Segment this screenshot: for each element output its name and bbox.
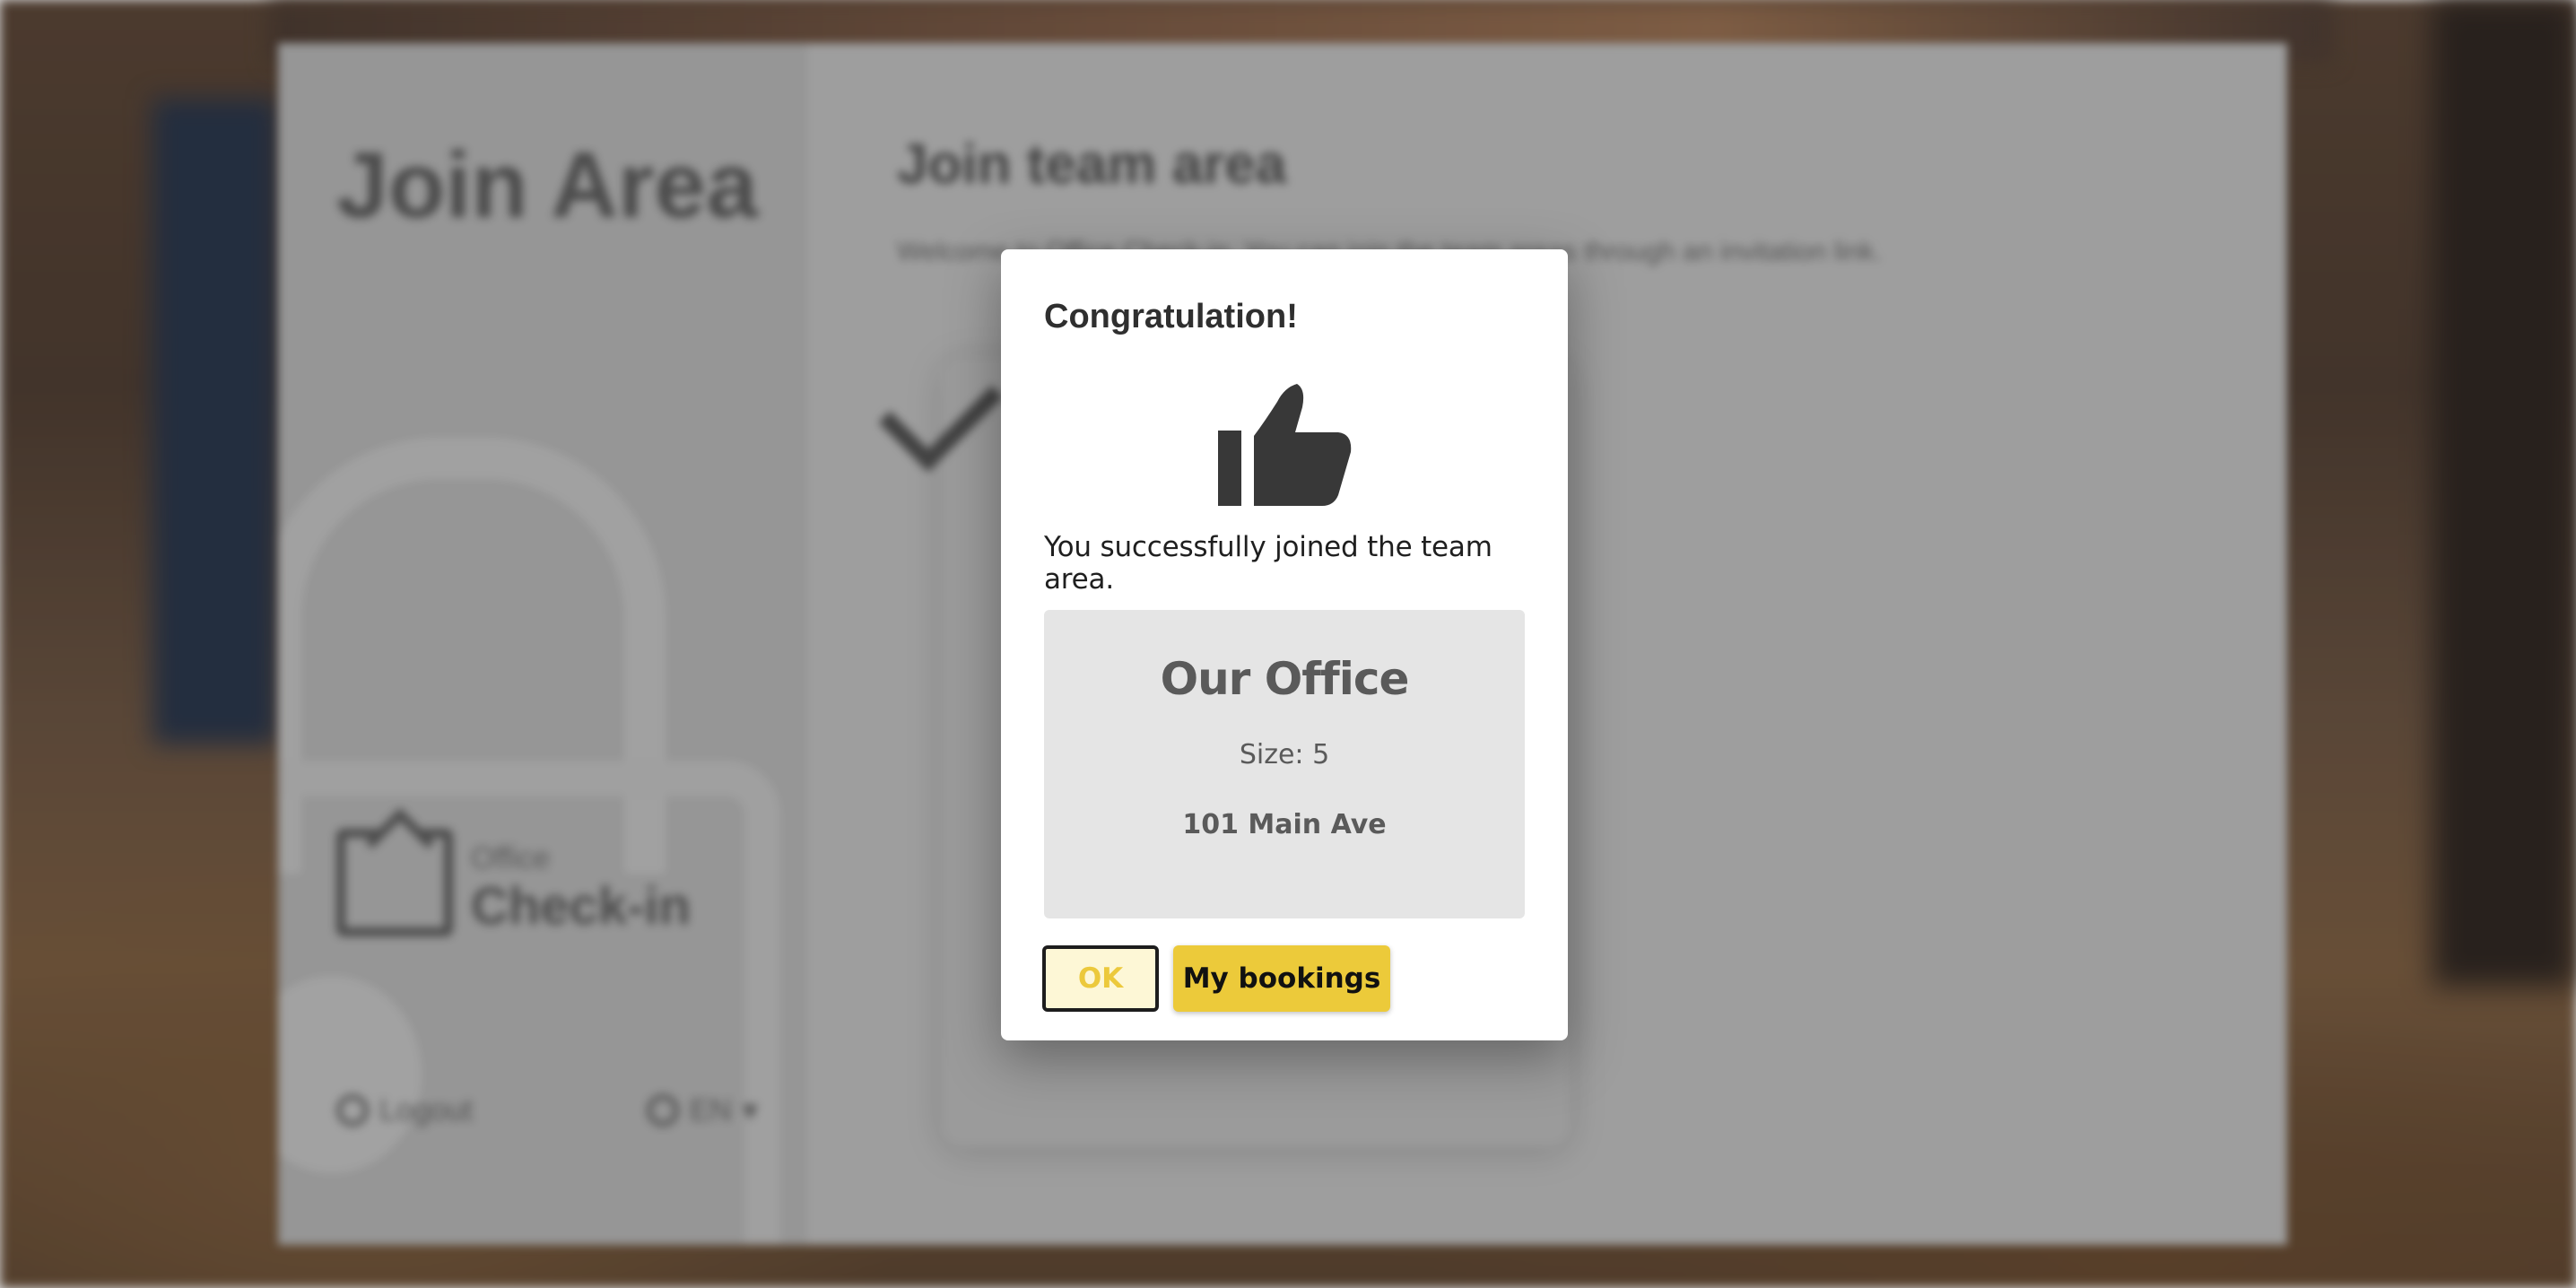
my-bookings-button[interactable]: My bookings bbox=[1173, 945, 1390, 1012]
office-name: Our Office bbox=[1160, 653, 1410, 705]
success-dialog: Congratulation! You successfully joined … bbox=[1001, 249, 1568, 1040]
office-size: Size: 5 bbox=[1239, 739, 1330, 770]
office-card: Our Office Size: 5 101 Main Ave bbox=[1044, 610, 1525, 918]
dialog-title: Congratulation! bbox=[1044, 298, 1298, 335]
office-address: 101 Main Ave bbox=[1182, 809, 1387, 840]
thumbs-up-icon bbox=[1218, 384, 1352, 506]
success-message: You successfully joined the team area. bbox=[1044, 531, 1493, 596]
ok-button[interactable]: OK bbox=[1042, 945, 1159, 1012]
